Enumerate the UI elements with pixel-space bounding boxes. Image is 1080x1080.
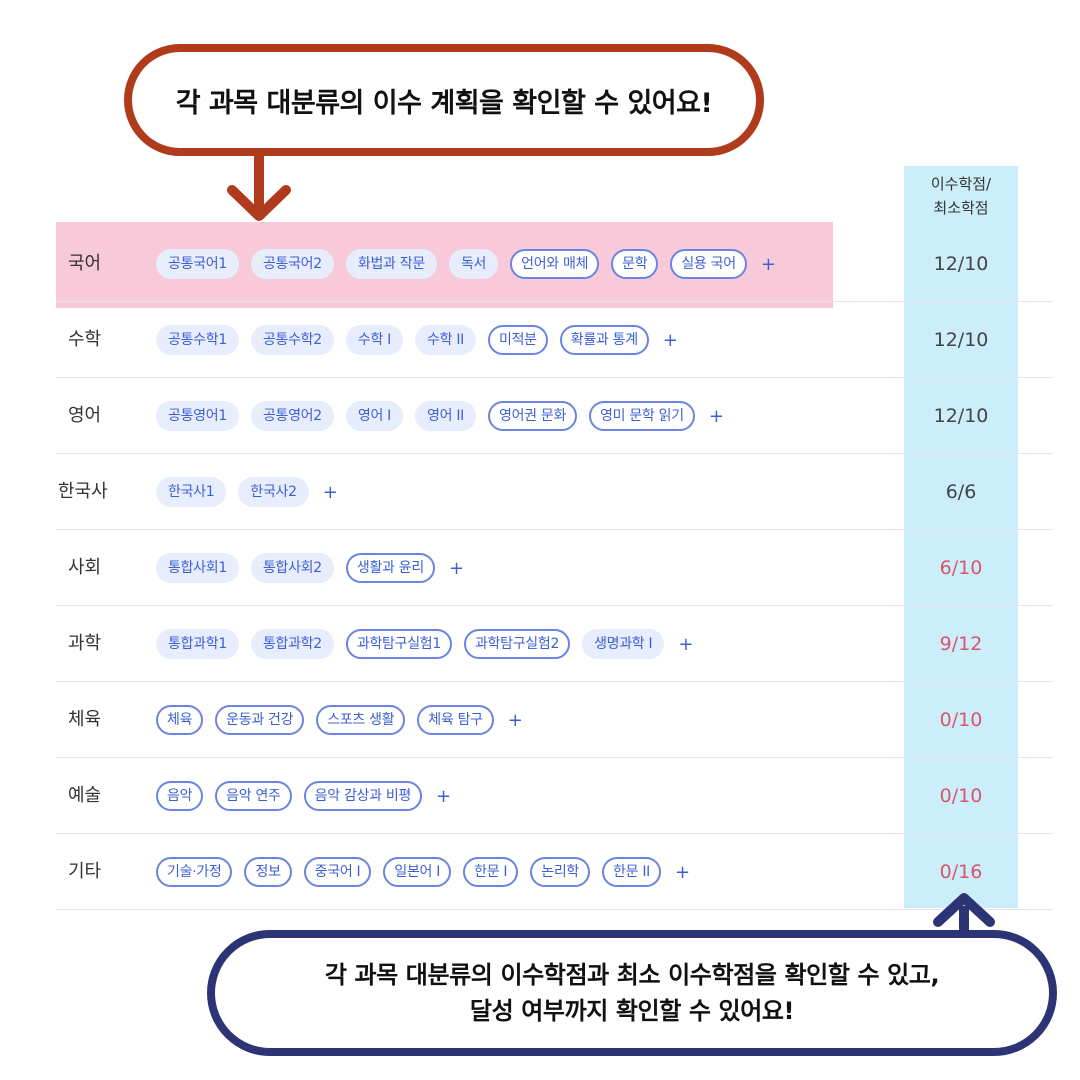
course-chip[interactable]: 통합사회1 — [156, 553, 239, 583]
course-chip[interactable]: 공통국어1 — [156, 249, 239, 279]
course-chip-list: 공통국어1 공통국어2 화법과 작문 독서 언어와 매체 문학 실용 국어 + — [156, 226, 776, 302]
credit-value: 0/10 — [939, 785, 983, 807]
callout-bottom: 각 과목 대분류의 이수학점과 최소 이수학점을 확인할 수 있고, 달성 여부… — [207, 930, 1057, 1056]
course-chip-list: 통합사회1 통합사회2 생활과 윤리 + — [156, 530, 464, 606]
course-chip[interactable]: 영미 문학 읽기 — [589, 401, 695, 431]
course-chip[interactable]: 체육 — [156, 705, 204, 735]
course-chip[interactable]: 통합과학1 — [156, 629, 239, 659]
course-chip-list: 공통수학1 공통수학2 수학 I 수학 II 미적분 확률과 통계 + — [156, 302, 678, 378]
course-chip[interactable]: 중국어 I — [303, 857, 372, 887]
course-chip[interactable]: 화법과 작문 — [345, 249, 437, 279]
subject-row: 한국사 한국사1 한국사2 +6/6 — [56, 454, 1053, 530]
subject-row: 수학 공통수학1 공통수학2 수학 I 수학 II 미적분 확률과 통계 +12/10 — [56, 302, 1053, 378]
course-chip-list: 통합과학1 통합과학2 과학탐구실험1 과학탐구실험2 생명과학 I + — [156, 606, 693, 682]
course-chip[interactable]: 음악 연주 — [215, 781, 292, 811]
subject-row: 사회 통합사회1 통합사회2 생활과 윤리 +6/10 — [56, 530, 1053, 606]
credit-value: 0/10 — [939, 709, 983, 731]
subject-row: 국어 공통국어1 공통국어2 화법과 작문 독서 언어와 매체 문학 실용 국어 +12/10 — [56, 226, 1053, 302]
course-chip[interactable]: 수학 I — [345, 325, 404, 355]
course-chip[interactable]: 통합사회2 — [250, 553, 334, 583]
course-chip-list: 기술·가정 정보 중국어 I 일본어 I 한문 I 논리학 한문 II + — [156, 834, 690, 910]
course-chip[interactable]: 생활과 윤리 — [345, 553, 435, 583]
course-chip[interactable]: 실용 국어 — [670, 249, 747, 279]
course-chip[interactable]: 한문 I — [463, 857, 519, 887]
credit-value: 12/10 — [933, 253, 989, 275]
add-course-button[interactable]: + — [508, 710, 523, 731]
course-chip[interactable]: 영어 II — [415, 401, 476, 431]
add-course-button[interactable]: + — [449, 558, 464, 579]
add-course-button[interactable]: + — [436, 786, 451, 807]
course-chip-list: 체육 운동과 건강 스포츠 생활 체육 탐구 + — [156, 682, 523, 758]
course-chip[interactable]: 통합과학2 — [250, 629, 334, 659]
course-chip[interactable]: 독서 — [448, 249, 499, 279]
arrow-down-icon — [227, 156, 291, 221]
course-chip-list: 한국사1 한국사2 + — [156, 454, 338, 530]
course-chip[interactable]: 한국사2 — [238, 477, 309, 507]
subject-name: 체육 — [68, 709, 102, 730]
subject-row: 영어 공통영어1 공통영어2 영어 I 영어 II 영어권 문화 영미 문학 읽기 +12/1… — [56, 378, 1053, 454]
course-chip-list: 음악 음악 연주 음악 감상과 비평 + — [156, 758, 451, 834]
course-chip[interactable]: 기술·가정 — [156, 857, 233, 887]
subject-row: 기타 기술·가정 정보 중국어 I 일본어 I 한문 I 논리학 한문 II +0/16 — [56, 834, 1053, 910]
subject-row: 과학 통합과학1 통합과학2 과학탐구실험1 과학탐구실험2 생명과학 I +9/12 — [56, 606, 1053, 682]
credit-value: 6/10 — [939, 557, 983, 579]
course-chip[interactable]: 음악 감상과 비평 — [303, 781, 423, 811]
credit-column-header: 이수학점/ 최소학점 — [904, 172, 1018, 220]
course-chip[interactable]: 확률과 통계 — [559, 325, 649, 355]
subject-name: 과학 — [68, 633, 102, 654]
course-chip[interactable]: 논리학 — [530, 857, 591, 887]
subject-name: 한국사 — [58, 481, 108, 502]
add-course-button[interactable]: + — [663, 330, 678, 351]
course-chip[interactable]: 과학탐구실험2 — [463, 629, 571, 659]
course-chip[interactable]: 수학 II — [415, 325, 476, 355]
add-course-button[interactable]: + — [675, 862, 690, 883]
subject-name: 기타 — [68, 861, 102, 882]
subject-name: 수학 — [68, 329, 102, 350]
credit-value: 12/10 — [933, 405, 989, 427]
course-chip[interactable]: 한문 II — [602, 857, 661, 887]
course-chip[interactable]: 공통국어2 — [250, 249, 334, 279]
course-chip[interactable]: 공통영어2 — [250, 401, 334, 431]
subject-name: 영어 — [68, 405, 102, 426]
subject-row: 예술 음악 음악 연주 음악 감상과 비평 +0/10 — [56, 758, 1053, 834]
callout-top: 각 과목 대분류의 이수 계획을 확인할 수 있어요! — [124, 44, 764, 156]
course-chip[interactable]: 운동과 건강 — [215, 705, 305, 735]
subject-name: 예술 — [68, 785, 102, 806]
course-chip[interactable]: 언어와 매체 — [510, 249, 600, 279]
course-chip[interactable]: 과학탐구실험1 — [345, 629, 452, 659]
course-chip[interactable]: 영어권 문화 — [487, 401, 578, 431]
course-chip[interactable]: 공통수학1 — [156, 325, 239, 355]
add-course-button[interactable]: + — [323, 482, 338, 503]
credit-header-line1: 이수학점/ — [930, 175, 992, 193]
course-chip[interactable]: 음악 — [156, 781, 204, 811]
callout-top-text: 각 과목 대분류의 이수 계획을 확인할 수 있어요! — [175, 87, 713, 119]
course-chip[interactable]: 체육 탐구 — [417, 705, 494, 735]
add-course-button[interactable]: + — [761, 254, 776, 275]
course-chip[interactable]: 미적분 — [487, 325, 548, 355]
course-chip[interactable]: 생명과학 I — [582, 629, 665, 659]
course-chip-list: 공통영어1 공통영어2 영어 I 영어 II 영어권 문화 영미 문학 읽기 + — [156, 378, 724, 454]
course-chip[interactable]: 정보 — [244, 857, 292, 887]
add-course-button[interactable]: + — [709, 406, 724, 427]
callout-bottom-line1: 각 과목 대분류의 이수학점과 최소 이수학점을 확인할 수 있고, — [324, 961, 940, 989]
credit-header-line2: 최소학점 — [933, 199, 989, 217]
course-chip[interactable]: 공통수학2 — [250, 325, 334, 355]
subject-name: 사회 — [68, 557, 102, 578]
subject-row: 체육 체육 운동과 건강 스포츠 생활 체육 탐구 +0/10 — [56, 682, 1053, 758]
course-chip[interactable]: 한국사1 — [156, 477, 227, 507]
credit-value: 12/10 — [933, 329, 989, 351]
add-course-button[interactable]: + — [678, 634, 693, 655]
credit-value: 6/6 — [945, 481, 977, 503]
course-chip[interactable]: 공통영어1 — [156, 401, 239, 431]
subject-name: 국어 — [68, 253, 102, 274]
course-chip[interactable]: 영어 I — [345, 401, 404, 431]
callout-bottom-line2: 달성 여부까지 확인할 수 있어요! — [469, 997, 795, 1025]
course-chip[interactable]: 문학 — [611, 249, 659, 279]
course-chip[interactable]: 스포츠 생활 — [316, 705, 406, 735]
credit-value: 9/12 — [939, 633, 983, 655]
course-chip[interactable]: 일본어 I — [383, 857, 452, 887]
